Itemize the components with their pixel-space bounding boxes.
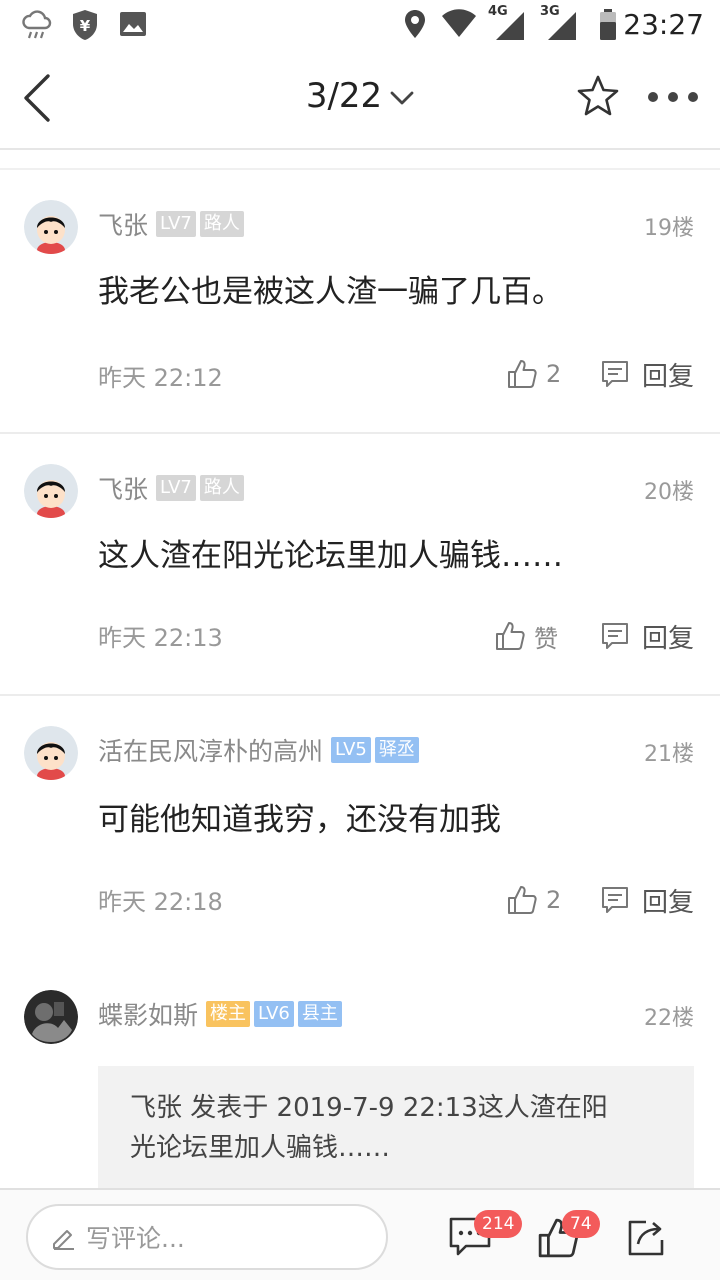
reply-button[interactable]: 回复 [600, 882, 694, 918]
image-icon [120, 12, 146, 36]
username-line: 活在民风淳朴的高州 LV5 驿丞 [98, 732, 423, 768]
battery-icon [600, 9, 616, 40]
username[interactable]: 飞张 [98, 470, 148, 506]
host-badge: 楼主 [206, 1001, 251, 1027]
quote-text-line: 光论坛里加人骗钱…… [130, 1133, 391, 1163]
quote-text-line: 飞张 发表于 2019-7-9 22:13这人渣在阳 [130, 1093, 608, 1123]
star-icon[interactable] [576, 74, 620, 118]
comment-text: 这人渣在阳光论坛里加人骗钱…… [98, 538, 563, 574]
signal-icon [496, 12, 524, 40]
floor-number: 22楼 [644, 1006, 694, 1031]
chevron-down-icon [390, 91, 414, 104]
level-badge: LV7 [156, 475, 196, 501]
status-bar: ¥ 4G 3G 23:27 [0, 0, 720, 48]
floor-number: 20楼 [644, 480, 694, 505]
cloud-rain-icon [22, 10, 52, 39]
reply-button[interactable]: 回复 [600, 356, 694, 392]
like-label: 赞 [534, 624, 558, 653]
svg-text:¥: ¥ [80, 17, 91, 35]
divider [0, 168, 720, 170]
comment-icon [602, 887, 628, 913]
reply-label: 回复 [642, 361, 695, 392]
comment-time: 昨天 22:18 [98, 888, 223, 916]
title-badge: 驿丞 [374, 737, 419, 763]
reply-label: 回复 [642, 887, 695, 918]
like-count: 2 [546, 886, 562, 914]
pencil-icon [53, 1230, 74, 1250]
signal-3g: 3G [540, 4, 580, 42]
level-badge: LV6 [254, 1001, 294, 1027]
comment-placeholder: 写评论... [86, 1224, 185, 1253]
like-count: 2 [546, 360, 562, 388]
comment-count-badge: 214 [474, 1210, 523, 1238]
like-button[interactable]: 2 [506, 882, 561, 918]
like-button[interactable]: 赞 [494, 618, 558, 654]
wifi-icon [442, 9, 476, 37]
clock: 23:27 [623, 8, 704, 41]
username[interactable]: 飞张 [98, 206, 148, 242]
shield-yen-icon: ¥ [73, 10, 97, 40]
divider [0, 694, 720, 696]
username-line: 蝶影如斯 楼主 LV6 县主 [98, 996, 346, 1032]
comment-time: 昨天 22:12 [98, 364, 223, 392]
avatar[interactable] [24, 990, 78, 1044]
comment-text: 我老公也是被这人渣一骗了几百。 [98, 274, 563, 310]
comment-text: 可能他知道我穷，还没有加我 [98, 802, 501, 838]
title-badge: 路人 [199, 211, 244, 237]
thumbs-up-icon [508, 886, 537, 914]
thumbs-up-icon [496, 622, 525, 650]
like-button[interactable]: 2 [506, 356, 561, 392]
reply-label: 回复 [642, 623, 695, 654]
reply-button[interactable]: 回复 [600, 618, 694, 654]
comment-icon [602, 361, 628, 387]
page-indicator: 3/22 [305, 76, 383, 116]
username[interactable]: 蝶影如斯 [98, 996, 198, 1032]
username-line: 飞张 LV7 路人 [98, 206, 248, 242]
top-nav-bar: 3/22 [0, 48, 720, 150]
comment-icon [602, 623, 628, 649]
title-badge: 县主 [297, 1001, 342, 1027]
avatar[interactable] [24, 200, 78, 254]
floor-number: 21楼 [644, 742, 694, 767]
signal-4g: 4G [488, 4, 528, 42]
comment-input[interactable]: 写评论... [26, 1204, 388, 1270]
username[interactable]: 活在民风淳朴的高州 [98, 732, 323, 768]
floor-number: 19楼 [644, 216, 694, 241]
location-icon [405, 10, 425, 38]
quote-block: 飞张 发表于 2019-7-9 22:13这人渣在阳 光论坛里加人骗钱…… [98, 1066, 694, 1190]
more-icon[interactable] [648, 92, 698, 104]
title-badge: 路人 [199, 475, 244, 501]
like-button[interactable]: 74 [536, 1204, 606, 1270]
level-badge: LV7 [156, 211, 196, 237]
comment-time: 昨天 22:13 [98, 624, 223, 652]
like-count-badge: 74 [562, 1210, 600, 1238]
divider [0, 432, 720, 434]
signal-icon [548, 12, 576, 40]
bottom-action-bar: 写评论... 214 74 [0, 1188, 720, 1280]
thumbs-up-icon [508, 360, 537, 388]
share-icon[interactable] [626, 1216, 668, 1258]
avatar[interactable] [24, 464, 78, 518]
level-badge: LV5 [331, 737, 371, 763]
comments-button[interactable]: 214 [448, 1204, 523, 1270]
username-line: 飞张 LV7 路人 [98, 470, 248, 506]
avatar[interactable] [24, 726, 78, 780]
